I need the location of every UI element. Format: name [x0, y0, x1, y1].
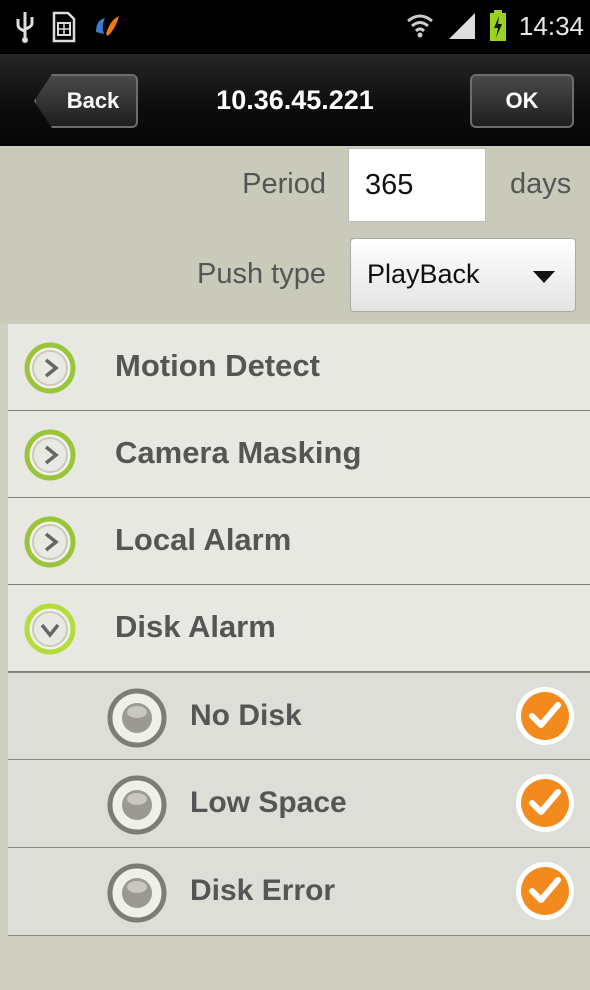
dropdown-arrow-icon — [533, 271, 555, 283]
category-label: Local Alarm — [115, 522, 292, 557]
category-row-camera-masking[interactable]: Camera Masking — [8, 411, 590, 498]
sub-item-low-space: Low Space — [8, 760, 590, 848]
back-button[interactable]: Back — [34, 74, 138, 128]
category-label: Motion Detect — [115, 348, 320, 383]
checkbox-checked-icon[interactable] — [514, 860, 576, 922]
sub-item-no-disk: No Disk — [8, 672, 590, 760]
wifi-icon — [406, 14, 433, 38]
sub-item-label: Disk Error — [190, 874, 336, 907]
title-bar: Back 10.36.45.221 OK — [0, 54, 590, 146]
radio-bullet-icon — [107, 863, 167, 923]
usb-icon — [16, 12, 34, 43]
settings-panel: Period days Push type PlayBack — [0, 146, 590, 324]
category-row-local-alarm[interactable]: Local Alarm — [8, 498, 590, 585]
period-input[interactable] — [348, 148, 486, 222]
push-type-select[interactable]: PlayBack — [350, 238, 576, 312]
expand-arrow-icon — [24, 516, 76, 568]
category-label: Camera Masking — [115, 435, 362, 470]
checkbox-checked-icon[interactable] — [514, 772, 576, 834]
page-title: 10.36.45.221 — [216, 84, 374, 115]
expand-arrow-icon — [24, 342, 76, 394]
radio-bullet-icon — [107, 688, 167, 748]
sub-item-label: No Disk — [190, 699, 302, 732]
app-notification-icon — [96, 16, 119, 36]
category-row-disk-alarm[interactable]: Disk Alarm — [8, 585, 590, 672]
status-bar: 14:34 — [0, 0, 590, 54]
category-label: Disk Alarm — [115, 609, 276, 644]
sim-card-icon — [52, 11, 76, 43]
back-button-label: Back — [66, 88, 120, 113]
clock: 14:34 — [518, 10, 584, 41]
signal-icon — [448, 13, 475, 39]
ok-button[interactable]: OK — [470, 74, 574, 128]
collapse-arrow-icon — [24, 603, 76, 655]
checkbox-checked-icon[interactable] — [514, 685, 576, 747]
push-type-value: PlayBack — [367, 259, 480, 289]
push-type-label: Push type — [197, 258, 326, 290]
period-unit-label: days — [510, 168, 572, 200]
period-label: Period — [242, 168, 326, 200]
alarm-category-list: Motion Detect Camera Masking Local Alarm… — [8, 324, 590, 936]
sub-item-disk-error: Disk Error — [8, 848, 590, 936]
radio-bullet-icon — [107, 775, 167, 835]
category-row-motion-detect[interactable]: Motion Detect — [8, 324, 590, 411]
battery-charging-icon — [489, 10, 506, 41]
sub-item-label: Low Space — [190, 786, 347, 819]
expand-arrow-icon — [24, 429, 76, 481]
